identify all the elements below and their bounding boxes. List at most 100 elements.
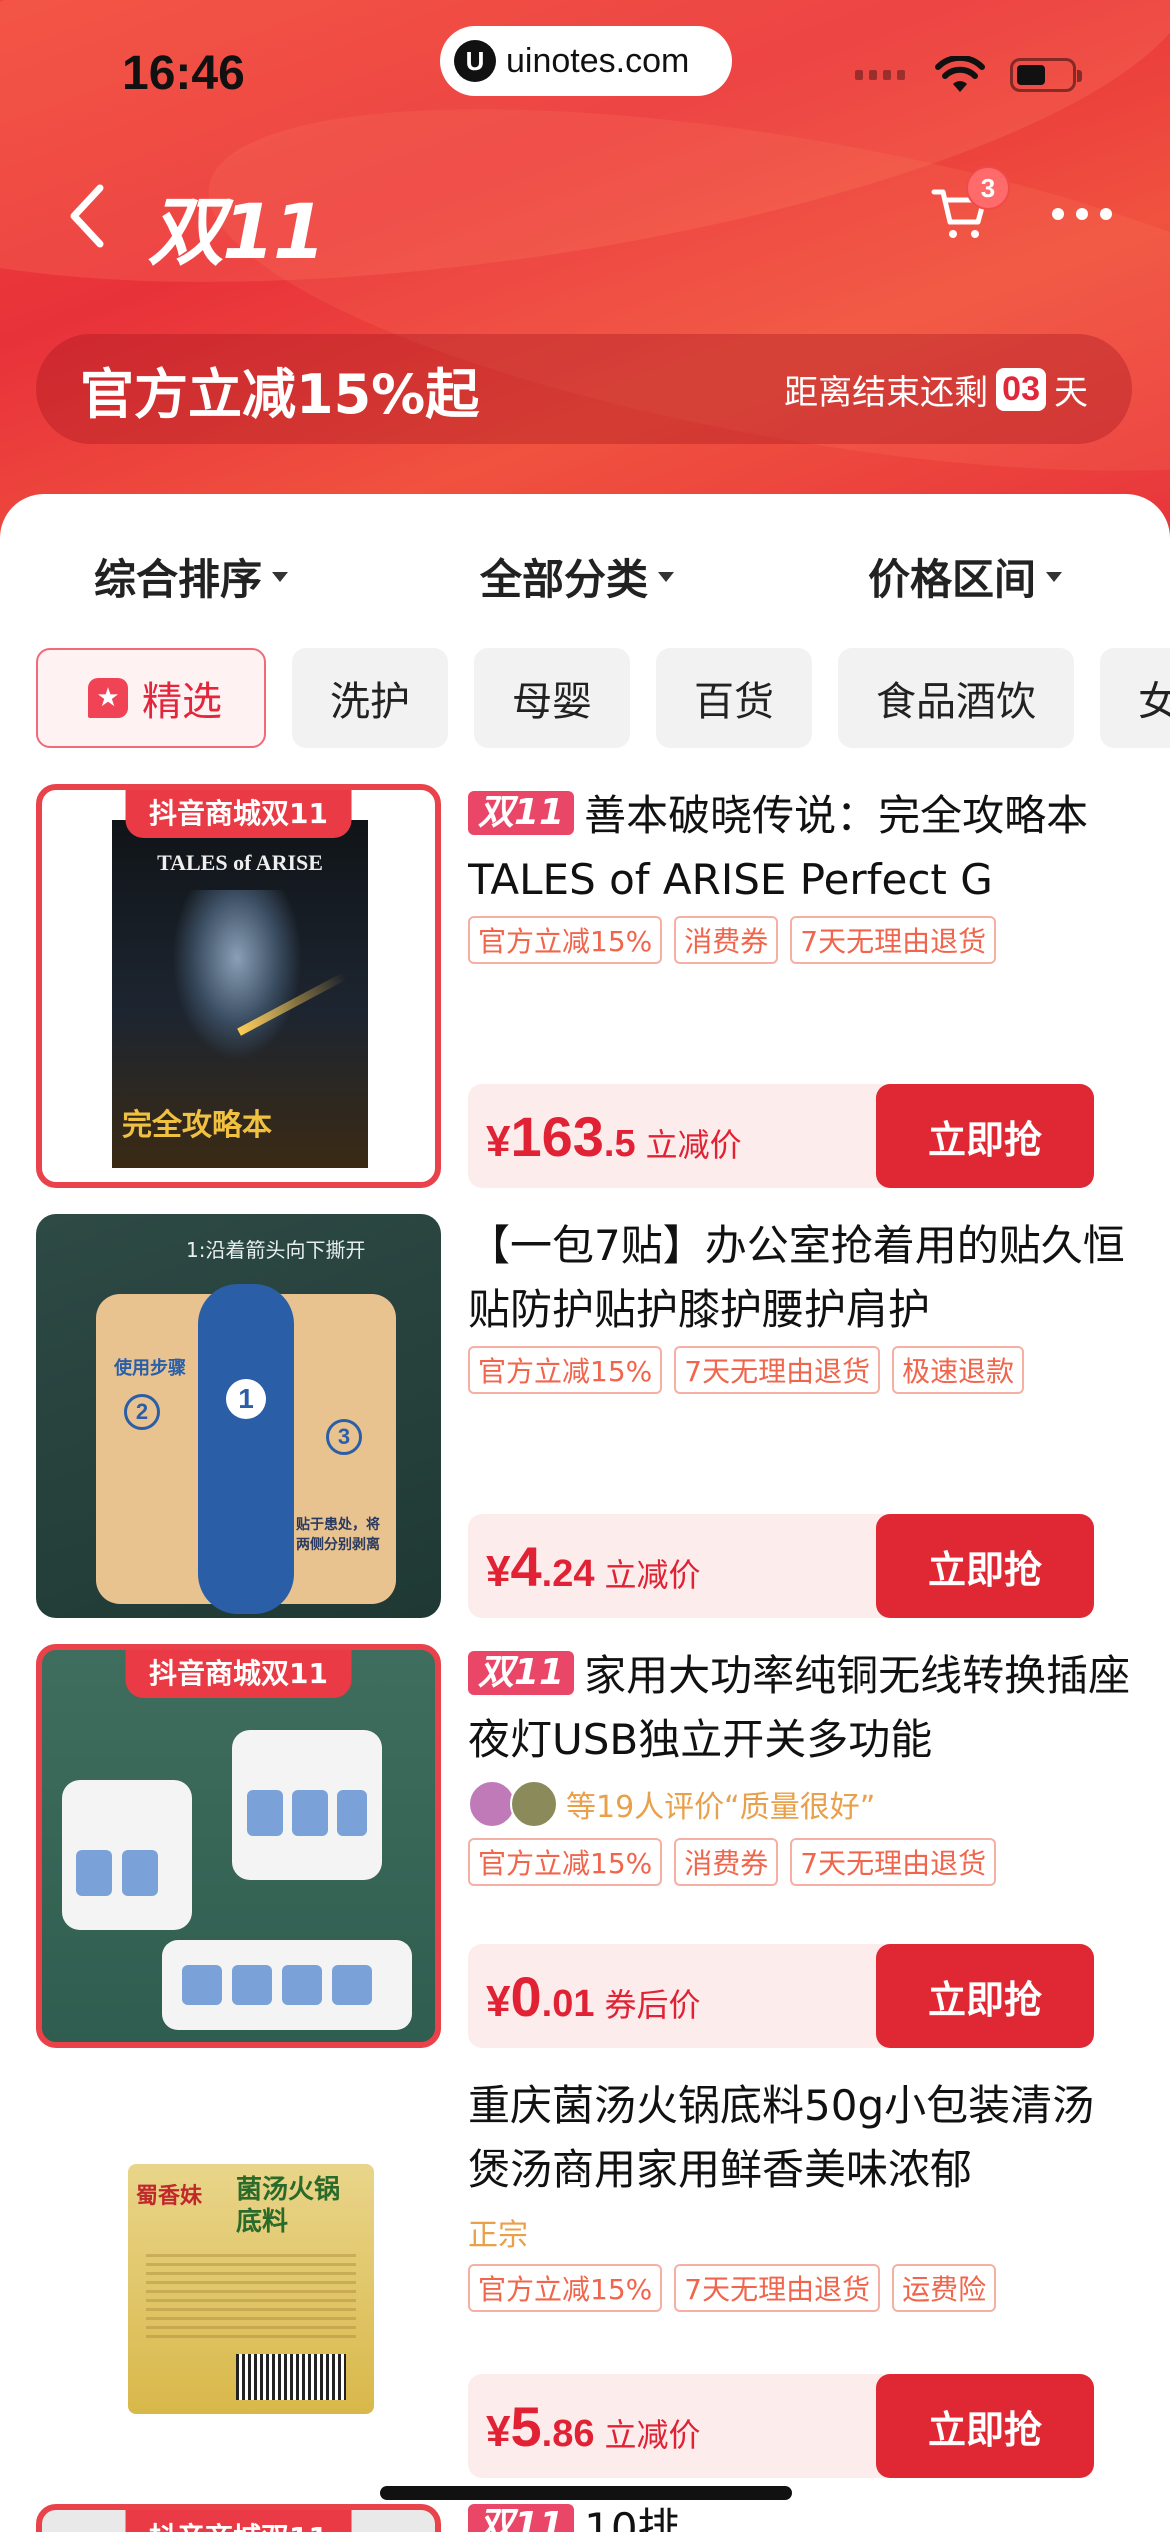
sort-label: 全部分类	[480, 555, 649, 604]
price-label: 券后价	[604, 1986, 701, 2024]
product-image[interactable]: 1:沿着箭头向下撕开 1 使用步骤 2 3 贴于患处，将两侧分别剥离	[36, 1214, 441, 1618]
price: ¥0.01 券后价	[486, 1964, 700, 2029]
wifi-icon	[935, 56, 985, 92]
product-info: 重庆菌汤火锅底料50g小包装清汤煲汤商用家用鲜香美味浓郁 正宗 官方立减15% …	[468, 2074, 1136, 2478]
price-label: 立减价	[604, 1556, 701, 1594]
price-decimal: .01	[541, 1983, 595, 2025]
back-arrow-icon[interactable]	[60, 176, 120, 256]
chip-women[interactable]: 女	[1100, 648, 1170, 748]
badge: 7天无理由退货	[674, 1346, 881, 1394]
chip-general[interactable]: 百货	[656, 648, 812, 748]
price-currency: ¥	[486, 1117, 511, 1166]
buy-now-button[interactable]: 立即抢	[876, 1944, 1094, 2048]
sort-label: 价格区间	[868, 555, 1037, 604]
chip-featured[interactable]: ★ 精选	[36, 648, 266, 748]
more-options-icon[interactable]	[1052, 208, 1112, 220]
badge: 7天无理由退货	[790, 916, 997, 964]
sort-price-range[interactable]: 价格区间	[868, 546, 1063, 607]
badge: 官方立减15%	[468, 916, 663, 964]
price-integer: 163	[510, 1105, 604, 1168]
product-card[interactable]: 蜀香妹 菌汤火锅底料 重庆菌汤火锅底料50g小包装清汤煲汤商用家用鲜香美味浓郁 …	[36, 2074, 1136, 2478]
chip-label: 百货	[694, 679, 774, 725]
home-indicator[interactable]	[380, 2486, 792, 2500]
price: ¥163.5 立减价	[486, 1104, 742, 1169]
caret-down-icon	[272, 571, 289, 582]
chip-label: 母婴	[512, 679, 592, 725]
buy-now-button[interactable]: 立即抢	[876, 1084, 1094, 1188]
promo-countdown: 距离结束还剩 03 天	[784, 365, 1088, 414]
product-badges: 官方立减15% 消费券 7天无理由退货	[468, 916, 1136, 964]
caret-down-icon	[1046, 571, 1063, 582]
product-card[interactable]: 1:沿着箭头向下撕开 1 使用步骤 2 3 贴于患处，将两侧分别剥离 【一包7贴…	[36, 1214, 1136, 1618]
product-image[interactable]: 抖音商城双11	[36, 1644, 441, 2048]
product-image[interactable]: 蜀香妹 菌汤火锅底料	[36, 2074, 441, 2478]
price-integer: 0	[510, 1965, 542, 2028]
product-image[interactable]: 抖音商城双11	[36, 2504, 441, 2532]
buy-now-button[interactable]: 立即抢	[876, 1514, 1094, 1618]
price-decimal: .24	[541, 1553, 595, 1595]
chip-label: 精选	[142, 679, 222, 725]
package-brand: 蜀香妹	[136, 2184, 203, 2209]
promo-headline: 官方立减15%起	[80, 362, 480, 426]
price: ¥5.86 立减价	[486, 2394, 700, 2459]
status-bar: 16:46 U uinotes.com	[0, 0, 1170, 140]
image-caption: 1:沿着箭头向下撕开	[186, 1238, 366, 1262]
product-card[interactable]: 抖音商城双11 双11 家用大功率纯铜无线转换插座夜灯USB独立开关多功能 等19…	[36, 1644, 1136, 2048]
avatar	[510, 1780, 558, 1828]
sort-category[interactable]: 全部分类	[480, 546, 675, 607]
site-logo-icon: U	[454, 40, 496, 82]
product-title: 双11 家用大功率纯铜无线转换插座夜灯USB独立开关多功能	[468, 1644, 1136, 1772]
product-info: 双11 10排...	[468, 2504, 1136, 2532]
chip-baby[interactable]: 母婴	[474, 648, 630, 748]
badge: 运费险	[892, 2264, 997, 2312]
product-badges: 官方立减15% 7天无理由退货 极速退款	[468, 1346, 1136, 1394]
price-bar: ¥163.5 立减价 立即抢	[468, 1084, 1094, 1188]
product-title: 重庆菌汤火锅底料50g小包装清汤煲汤商用家用鲜香美味浓郁	[468, 2081, 1095, 2194]
chip-food-drink[interactable]: 食品酒饮	[838, 648, 1074, 748]
double11-tag: 抖音商城双11	[125, 1650, 352, 1698]
product-info: 双11 家用大功率纯铜无线转换插座夜灯USB独立开关多功能 等19人评价“质量很好…	[468, 1644, 1136, 2048]
countdown-days: 03	[996, 367, 1046, 411]
product-info: 双11 善本破晓传说：完全攻略本 TALES of ARISE Perfect G…	[468, 784, 1136, 1188]
badge: 消费券	[674, 916, 779, 964]
price-bar: ¥5.86 立减价 立即抢	[468, 2374, 1094, 2478]
chip-label: 食品酒饮	[876, 679, 1036, 725]
badge: 官方立减15%	[468, 2264, 663, 2312]
chip-label: 洗护	[330, 679, 410, 725]
caret-down-icon	[658, 571, 675, 582]
badge: 官方立减15%	[468, 1838, 663, 1886]
price-decimal: .86	[541, 2413, 595, 2455]
battery-icon	[1010, 58, 1082, 92]
product-card[interactable]: TALES of ARISE 完全攻略本 抖音商城双11 双11 善本破晓传说：完…	[36, 784, 1136, 1188]
category-chips: ★ 精选 洗护 母婴 百货 食品酒饮 女	[36, 648, 1170, 748]
badge: 消费券	[674, 1838, 779, 1886]
product-info: 【一包7贴】办公室抢着用的贴久恒贴防护贴护膝护腰护肩护 官方立减15% 7天无理…	[468, 1214, 1136, 1618]
page-title: 双11	[148, 187, 326, 276]
badge: 7天无理由退货	[790, 1838, 997, 1886]
price-bar: ¥0.01 券后价 立即抢	[468, 1944, 1094, 2048]
product-card-partial[interactable]: 抖音商城双11 双11 10排...	[36, 2504, 1136, 2532]
double11-badge: 双11	[468, 1651, 575, 1695]
buy-now-button[interactable]: 立即抢	[876, 2374, 1094, 2478]
double11-badge: 双11	[468, 791, 575, 835]
chip-wash-care[interactable]: 洗护	[292, 648, 448, 748]
product-title: 双11 善本破晓传说：完全攻略本 TALES of ARISE Perfect G	[468, 784, 1136, 912]
url-text: uinotes.com	[506, 41, 690, 80]
countdown-unit: 天	[1054, 372, 1088, 413]
url-pill[interactable]: U uinotes.com	[440, 26, 732, 96]
reviewer-avatars	[468, 1780, 558, 1828]
avatar	[468, 1780, 516, 1828]
double11-badge: 双11	[468, 2504, 575, 2532]
double11-tag: 抖音商城双11	[125, 2510, 352, 2532]
cellular-signal-icon	[855, 70, 905, 80]
badge: 官方立减15%	[468, 1346, 663, 1394]
book-cover-subtitle: 完全攻略本	[122, 1108, 272, 1143]
review-summary: 等19人评价“质量很好”	[468, 1780, 1136, 1828]
product-badges: 官方立减15% 7天无理由退货 运费险	[468, 2264, 1136, 2312]
cart-count-badge: 3	[966, 166, 1010, 210]
price-label: 立减价	[604, 2416, 701, 2454]
sort-comprehensive[interactable]: 综合排序	[94, 546, 289, 607]
product-title: 双11 10排...	[468, 2504, 1136, 2532]
product-image[interactable]: TALES of ARISE 完全攻略本 抖音商城双11	[36, 784, 441, 1188]
price-label: 立减价	[645, 1126, 742, 1164]
